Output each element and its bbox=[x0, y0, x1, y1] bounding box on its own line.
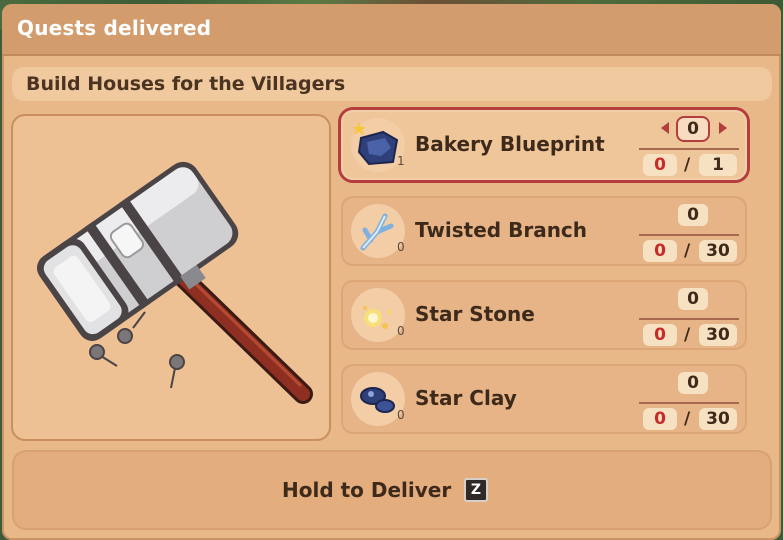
progress-separator: / bbox=[684, 155, 691, 175]
panel-header: Quests delivered bbox=[2, 4, 781, 56]
item-name: Star Stone bbox=[415, 302, 535, 326]
delivery-progress: 0 / 30 bbox=[641, 408, 737, 430]
z-key-icon: Z bbox=[464, 478, 488, 502]
divider bbox=[639, 234, 739, 236]
list-item-bakery-blueprint[interactable]: 1 Bakery Blueprint 0 0 / 1 bbox=[341, 110, 747, 180]
deliver-quantity: 0 bbox=[678, 288, 708, 310]
quest-title: Build Houses for the Villagers bbox=[26, 73, 346, 95]
deliver-quantity: 0 bbox=[678, 372, 708, 394]
progress-required: 30 bbox=[699, 240, 737, 262]
progress-current: 0 bbox=[643, 154, 677, 176]
progress-current: 0 bbox=[643, 324, 677, 346]
progress-current: 0 bbox=[643, 240, 677, 262]
increase-arrow-icon[interactable] bbox=[719, 122, 727, 134]
list-item-star-stone[interactable]: 0 Star Stone 0 0 / 30 bbox=[341, 280, 747, 350]
delivery-progress: 0 / 30 bbox=[641, 324, 737, 346]
progress-current: 0 bbox=[643, 408, 677, 430]
quest-title-bar: Build Houses for the Villagers bbox=[12, 67, 772, 101]
divider bbox=[639, 402, 739, 404]
owned-count: 0 bbox=[397, 324, 405, 338]
item-name: Bakery Blueprint bbox=[415, 132, 605, 156]
item-name: Star Clay bbox=[415, 386, 517, 410]
progress-separator: / bbox=[684, 409, 691, 429]
quantity-stepper[interactable]: 0 bbox=[651, 286, 731, 312]
progress-required: 30 bbox=[699, 324, 737, 346]
list-item-star-clay[interactable]: 0 Star Clay 0 0 / 30 bbox=[341, 364, 747, 434]
hammer-icon bbox=[36, 161, 313, 404]
delivery-progress: 0 / 1 bbox=[641, 154, 737, 176]
progress-required: 1 bbox=[699, 154, 737, 176]
quest-delivery-panel: Quests delivered Build Houses for the Vi… bbox=[2, 4, 781, 540]
owned-count: 0 bbox=[397, 240, 405, 254]
quantity-stepper[interactable]: 0 bbox=[651, 370, 731, 396]
progress-separator: / bbox=[684, 241, 691, 261]
deliver-quantity: 0 bbox=[678, 118, 708, 140]
quantity-stepper[interactable]: 0 bbox=[651, 116, 731, 142]
delivery-progress: 0 / 30 bbox=[641, 240, 737, 262]
deliver-quantity: 0 bbox=[678, 204, 708, 226]
hold-to-deliver-button[interactable]: Hold to Deliver Z bbox=[12, 450, 772, 530]
progress-required: 30 bbox=[699, 408, 737, 430]
item-name: Twisted Branch bbox=[415, 218, 588, 242]
owned-count: 1 bbox=[397, 154, 405, 168]
quest-illustration-frame bbox=[11, 114, 331, 441]
progress-separator: / bbox=[684, 325, 691, 345]
divider bbox=[639, 318, 739, 320]
quantity-stepper[interactable]: 0 bbox=[651, 202, 731, 228]
owned-count: 0 bbox=[397, 408, 405, 422]
deliver-label: Hold to Deliver bbox=[282, 478, 452, 502]
decrease-arrow-icon[interactable] bbox=[661, 122, 669, 134]
divider bbox=[639, 148, 739, 150]
list-item-twisted-branch[interactable]: 0 Twisted Branch 0 0 / 30 bbox=[341, 196, 747, 266]
panel-title: Quests delivered bbox=[17, 16, 212, 40]
